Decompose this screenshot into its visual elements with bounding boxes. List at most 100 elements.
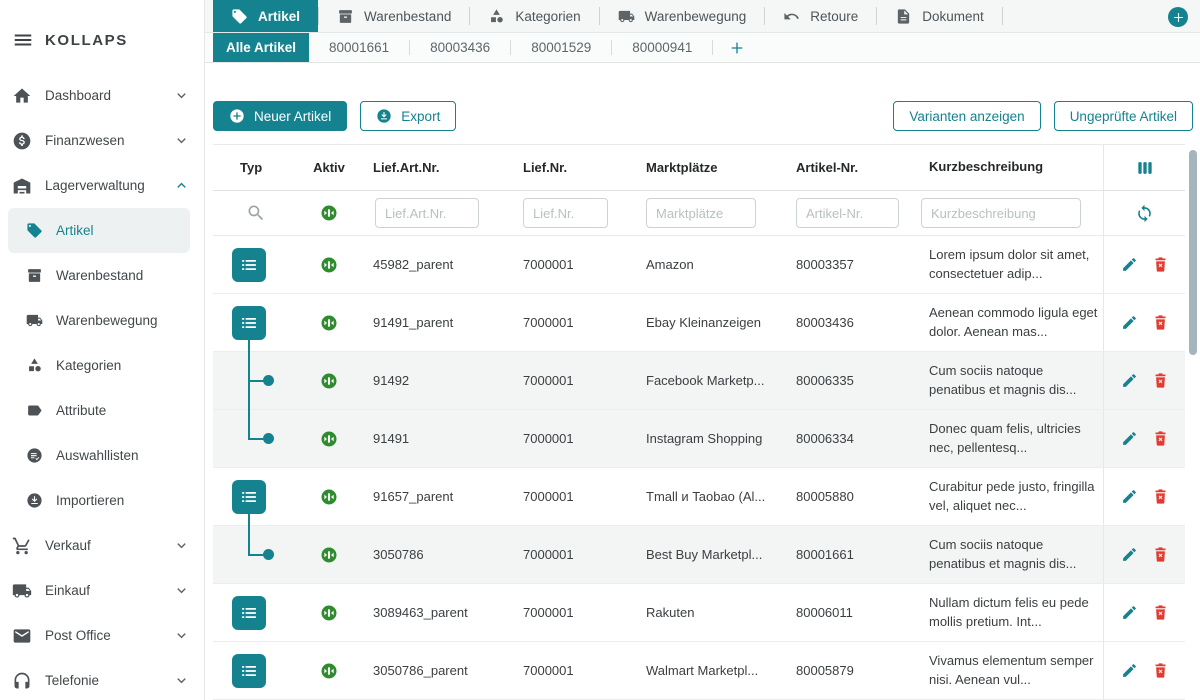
active-status-icon[interactable]	[320, 488, 338, 506]
vertical-scrollbar[interactable]	[1189, 150, 1197, 355]
sidebar-item-kategorien[interactable]: Kategorien	[8, 343, 190, 388]
tag-icon	[26, 222, 43, 239]
toolbar: Neuer Artikel Export Varianten anzeigen …	[213, 101, 1193, 131]
sidebar-item-post-office[interactable]: Post Office	[0, 613, 204, 658]
articles-table: Typ Aktiv Lief.Art.Nr. Lief.Nr. Marktplä…	[213, 144, 1185, 700]
filter-lief-nr-input[interactable]	[523, 198, 608, 228]
columns-settings-icon[interactable]	[1135, 158, 1155, 178]
active-status-icon[interactable]	[320, 372, 338, 390]
parent-article-list-button[interactable]	[232, 654, 266, 688]
active-status-icon[interactable]	[320, 430, 338, 448]
table-header-row: Typ Aktiv Lief.Art.Nr. Lief.Nr. Marktplä…	[213, 144, 1185, 191]
col-header-actions	[1103, 145, 1185, 190]
parent-article-list-button[interactable]	[232, 248, 266, 282]
edit-pencil-icon[interactable]	[1121, 372, 1138, 389]
unchecked-articles-button[interactable]: Ungeprüfte Artikel	[1054, 101, 1193, 131]
sidebar-item-einkauf[interactable]: Einkauf	[0, 568, 204, 613]
tab-label: Warenbestand	[364, 9, 451, 24]
delete-trash-icon[interactable]	[1152, 256, 1169, 273]
subtab-80000941[interactable]: 80000941	[612, 33, 712, 62]
sidebar-item-artikel[interactable]: Artikel	[8, 208, 190, 253]
truck-icon	[618, 8, 635, 25]
table-row: 91491_parent7000001Ebay Kleinanzeigen800…	[213, 294, 1185, 352]
sidebar-item-warenbewegung[interactable]: Warenbewegung	[8, 298, 190, 343]
filter-artikel-nr-input[interactable]	[796, 198, 899, 228]
delete-trash-icon[interactable]	[1152, 430, 1169, 447]
filter-lief-art-nr-input[interactable]	[375, 198, 479, 228]
table-row: 30507867000001Best Buy Marketpl...800016…	[213, 526, 1185, 584]
add-article-tab-button[interactable]	[713, 33, 761, 62]
filter-marktplaetze-input[interactable]	[646, 198, 756, 228]
sidebar-nav-bottom: VerkaufEinkaufPost OfficeTelefonie	[0, 523, 204, 700]
sidebar-item-warenbestand[interactable]: Warenbestand	[8, 253, 190, 298]
show-variants-button[interactable]: Varianten anzeigen	[893, 101, 1040, 131]
marktplatz-cell: Best Buy Marketpl...	[638, 547, 788, 562]
lief-art-nr-cell: 3050786_parent	[363, 663, 513, 678]
active-filter-toggle-icon[interactable]	[320, 204, 338, 222]
artikel-nr-cell: 80006335	[788, 373, 911, 388]
subtab-80001661[interactable]: 80001661	[309, 33, 409, 62]
edit-pencil-icon[interactable]	[1121, 488, 1138, 505]
tab-kategorien[interactable]: Kategorien	[470, 0, 598, 32]
delete-trash-icon[interactable]	[1152, 546, 1169, 563]
refresh-icon[interactable]	[1135, 204, 1154, 223]
add-tab-button[interactable]	[1168, 7, 1188, 27]
parent-article-list-button[interactable]	[232, 306, 266, 340]
typ-cell	[213, 584, 295, 641]
edit-pencil-icon[interactable]	[1121, 546, 1138, 563]
edit-pencil-icon[interactable]	[1121, 256, 1138, 273]
table-row: 914917000001Instagram Shopping80006334Do…	[213, 410, 1185, 468]
edit-pencil-icon[interactable]	[1121, 314, 1138, 331]
article-subtabbar: Alle Artikel800016618000343680001529 8000…	[205, 33, 1200, 63]
active-status-icon[interactable]	[320, 546, 338, 564]
edit-pencil-icon[interactable]	[1121, 430, 1138, 447]
tab-warenbewegung[interactable]: Warenbewegung	[600, 0, 765, 32]
marktplatz-cell: Instagram Shopping	[638, 431, 788, 446]
filter-kurzbeschreibung-input[interactable]	[921, 198, 1081, 228]
sidebar-item-telefonie[interactable]: Telefonie	[0, 658, 204, 700]
delete-trash-icon[interactable]	[1152, 662, 1169, 679]
tab-artikel[interactable]: Artikel	[213, 0, 318, 32]
active-status-icon[interactable]	[320, 314, 338, 332]
subtab-80001529[interactable]: 80001529	[511, 33, 611, 62]
new-article-button[interactable]: Neuer Artikel	[213, 101, 347, 131]
home-icon	[12, 86, 32, 106]
delete-trash-icon[interactable]	[1152, 488, 1169, 505]
sidebar-nav-top: DashboardFinanzwesenLagerverwaltung	[0, 73, 204, 208]
main-tabbar: Artikel Warenbestand KategorienWarenbewegu…	[205, 0, 1200, 33]
edit-pencil-icon[interactable]	[1121, 604, 1138, 621]
marktplatz-cell: Tmall и Taobao (Al...	[638, 489, 788, 504]
box-icon	[337, 8, 354, 25]
delete-trash-icon[interactable]	[1152, 604, 1169, 621]
subtab-80003436[interactable]: 80003436	[410, 33, 510, 62]
hamburger-menu-icon[interactable]	[12, 29, 34, 51]
tab-warenbestand[interactable]: Warenbestand	[319, 0, 469, 32]
parent-article-list-button[interactable]	[232, 480, 266, 514]
artikel-nr-cell: 80006334	[788, 431, 911, 446]
sidebar-item-dashboard[interactable]: Dashboard	[0, 73, 204, 118]
sidebar-item-attribute[interactable]: Attribute	[8, 388, 190, 433]
active-status-icon[interactable]	[320, 662, 338, 680]
tab-retoure[interactable]: Retoure	[765, 0, 876, 32]
delete-trash-icon[interactable]	[1152, 314, 1169, 331]
lief-nr-cell: 7000001	[513, 431, 638, 446]
active-status-icon[interactable]	[320, 256, 338, 274]
parent-article-list-button[interactable]	[232, 596, 266, 630]
sidebar-item-lagerverwaltung[interactable]: Lagerverwaltung	[0, 163, 204, 208]
plus-circle-icon	[229, 108, 245, 124]
sidebar-item-label: Artikel	[56, 223, 94, 238]
export-button[interactable]: Export	[360, 101, 456, 131]
active-status-icon[interactable]	[320, 604, 338, 622]
chevron-down-icon	[173, 627, 190, 644]
sidebar-item-finanzwesen[interactable]: Finanzwesen	[0, 118, 204, 163]
delete-trash-icon[interactable]	[1152, 372, 1169, 389]
sidebar-item-importieren[interactable]: Importieren	[8, 478, 190, 523]
subtab-label: 80000941	[632, 40, 692, 55]
edit-pencil-icon[interactable]	[1121, 662, 1138, 679]
sidebar-item-auswahllisten[interactable]: Auswahllisten	[8, 433, 190, 478]
lief-nr-cell: 7000001	[513, 605, 638, 620]
label-icon	[26, 402, 43, 419]
tab-dokument[interactable]: Dokument	[877, 0, 1002, 32]
sidebar-item-verkauf[interactable]: Verkauf	[0, 523, 204, 568]
subtab-alle-artikel[interactable]: Alle Artikel	[213, 33, 309, 62]
